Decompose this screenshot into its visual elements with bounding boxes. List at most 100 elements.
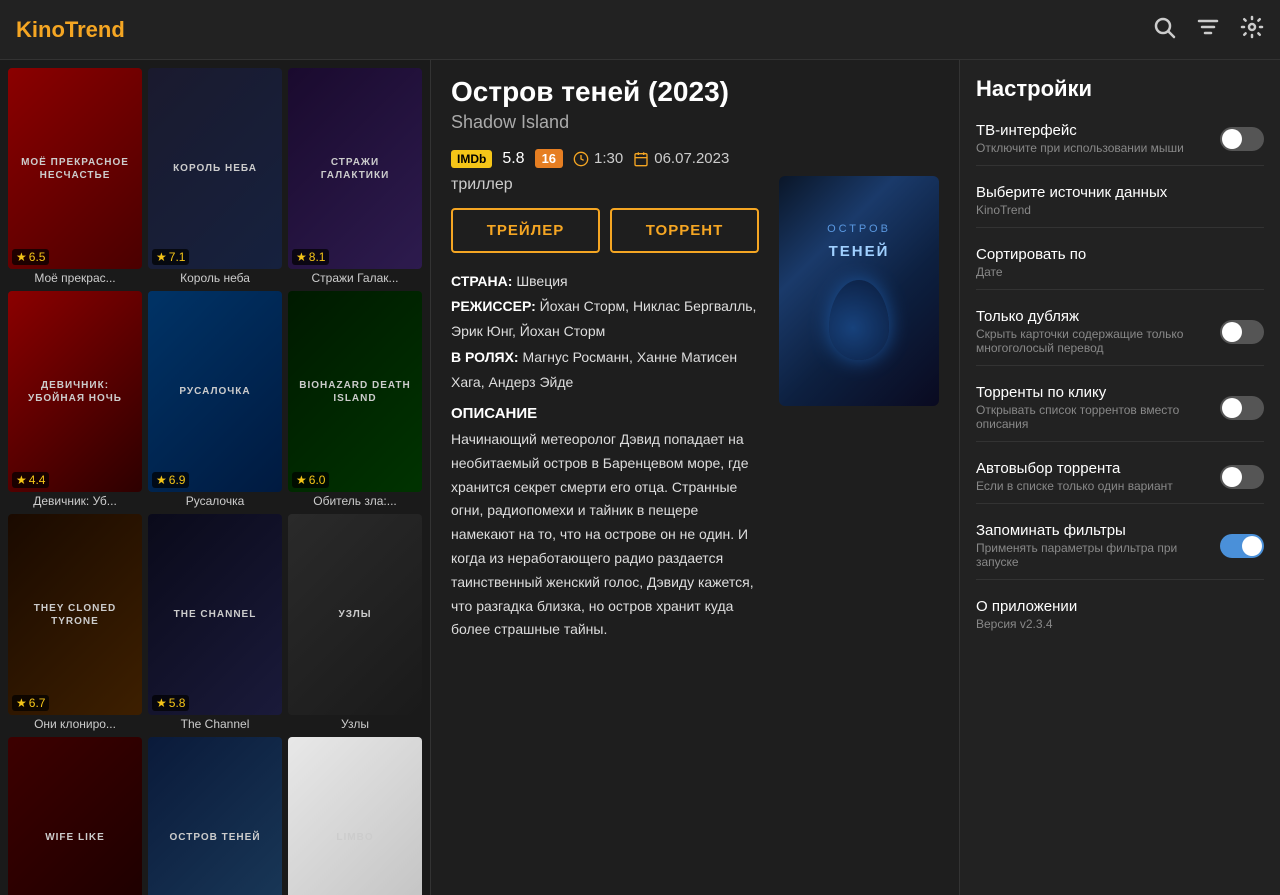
settings-item-left: О приложении Версия v2.3.4 — [976, 598, 1077, 631]
movie-rating: ★5.8 — [152, 695, 189, 711]
settings-divider — [976, 289, 1264, 290]
settings-item-header: Автовыбор торрентаЕсли в списке только о… — [976, 460, 1264, 493]
age-badge: 16 — [535, 149, 563, 168]
settings-icon[interactable] — [1240, 15, 1264, 45]
settings-list: ТВ-интерфейс Отключите при использовании … — [976, 122, 1264, 631]
settings-item-left: Запоминать фильтрыПрименять параметры фи… — [976, 522, 1220, 569]
movie-title-label: The Channel — [148, 717, 282, 731]
movie-sidebar: МОЁ ПРЕКРАСНОЕ НЕСЧАСТЬЕ★6.5 Моё прекрас.… — [0, 60, 430, 895]
imdb-score: 5.8 — [502, 150, 524, 168]
movie-card[interactable]: THEY CLONED TYRONE★6.7 — [8, 514, 142, 715]
detail-poster-image: ОСТРОВ ТЕНЕЙ — [779, 176, 939, 406]
imdb-badge: IMDb — [451, 150, 492, 168]
settings-item-header: ТВ-интерфейс Отключите при использовании … — [976, 122, 1264, 155]
movie-card[interactable]: РУСАЛОЧКА★6.9 — [148, 291, 282, 492]
movie-item: КОРОЛЬ НЕБА★7.1Король неба — [148, 68, 282, 285]
settings-item-header: Торренты по клику Открывать список торрен… — [976, 384, 1264, 431]
settings-item-left: Торренты по клику Открывать список торрен… — [976, 384, 1220, 431]
movie-item: ОСТРОВ ТЕНЕЙ★5.8Остров теней — [148, 737, 282, 895]
settings-item-title: О приложении — [976, 598, 1077, 615]
movie-item: BIOHAZARD DEATH ISLAND★6.0 Обитель зла:..… — [288, 291, 422, 508]
settings-item-left: Только дубляжСкрыть карточки содержащие … — [976, 308, 1220, 355]
settings-item-dub_only: Только дубляжСкрыть карточки содержащие … — [976, 308, 1264, 366]
settings-item-tv_interface: ТВ-интерфейс Отключите при использовании … — [976, 122, 1264, 166]
settings-item-subtitle: Версия v2.3.4 — [976, 617, 1077, 631]
toggle-remember_filters[interactable] — [1220, 534, 1264, 558]
torrent-button[interactable]: ТОРРЕНТ — [610, 208, 759, 253]
movie-card[interactable]: THE CHANNEL★5.8 — [148, 514, 282, 715]
detail-description: Начинающий метеоролог Дэвид попадает на … — [451, 428, 759, 642]
detail-header: Остров теней (2023) Shadow Island — [431, 60, 959, 141]
movie-card[interactable]: ОСТРОВ ТЕНЕЙ★5.8 — [148, 737, 282, 895]
detail-title-ru: Остров теней (2023) — [451, 76, 939, 108]
detail-desc-title: ОПИСАНИЕ — [451, 405, 759, 422]
movie-card[interactable]: LIMBO★6.2 — [288, 737, 422, 895]
movie-item: LIMBO★6.2Limbo — [288, 737, 422, 895]
meta-date: 06.07.2023 — [633, 150, 729, 167]
search-icon[interactable] — [1152, 15, 1176, 45]
movie-card[interactable]: ДЕВИЧНИК: УБОЙНАЯ НОЧЬ★4.4 — [8, 291, 142, 492]
filter-icon[interactable] — [1196, 15, 1220, 45]
settings-item-header: О приложении Версия v2.3.4 — [976, 598, 1264, 631]
movie-title-label: Русалочка — [148, 494, 282, 508]
movie-item: THEY CLONED TYRONE★6.7Они клониро... — [8, 514, 142, 731]
settings-item-remember_filters: Запоминать фильтрыПрименять параметры фи… — [976, 522, 1264, 580]
movie-card[interactable]: СТРАЖИ ГАЛАКТИКИ★8.1 — [288, 68, 422, 269]
settings-item-subtitle: KinoTrend — [976, 203, 1167, 217]
settings-item-subtitle: Отключите при использовании мыши — [976, 141, 1184, 155]
movie-title-label: Стражи Галак... — [288, 271, 422, 285]
movie-item: СТРАЖИ ГАЛАКТИКИ★8.1 Стражи Галак... — [288, 68, 422, 285]
toggle-tv_interface[interactable] — [1220, 127, 1264, 151]
movie-grid: МОЁ ПРЕКРАСНОЕ НЕСЧАСТЬЕ★6.5 Моё прекрас.… — [8, 68, 422, 895]
settings-divider — [976, 579, 1264, 580]
movie-rating: ★6.7 — [12, 695, 49, 711]
settings-item-title: Торренты по клику — [976, 384, 1220, 401]
settings-item-left: Автовыбор торрентаЕсли в списке только о… — [976, 460, 1173, 493]
movie-item: WIFE LIKE★5.1Wife Like — [8, 737, 142, 895]
detail-director: РЕЖИССЕР: Йохан Сторм, Никлас Бергвалль,… — [451, 294, 759, 344]
detail-genre: триллер — [451, 176, 759, 194]
detail-title-en: Shadow Island — [451, 112, 939, 133]
settings-item-title: Только дубляж — [976, 308, 1220, 325]
meta-duration: 1:30 — [573, 150, 623, 167]
movie-item: МОЁ ПРЕКРАСНОЕ НЕСЧАСТЬЕ★6.5 Моё прекрас.… — [8, 68, 142, 285]
movie-rating: ★6.0 — [292, 472, 329, 488]
settings-panel: Настройки ТВ-интерфейсОтключите при испо… — [960, 60, 1280, 895]
toggle-torrent_click[interactable] — [1220, 396, 1264, 420]
settings-divider — [976, 441, 1264, 442]
settings-item-torrent_click: Торренты по клику Открывать список торрен… — [976, 384, 1264, 442]
settings-divider — [976, 365, 1264, 366]
country-value: Швеция — [516, 273, 567, 289]
movie-rating: ★6.9 — [152, 472, 189, 488]
movie-title-label: Девичник: Уб... — [8, 494, 142, 508]
movie-card[interactable]: BIOHAZARD DEATH ISLAND★6.0 — [288, 291, 422, 492]
detail-left: триллер ТРЕЙЛЕР ТОРРЕНТ СТРАНА: Швеция Р… — [451, 176, 759, 642]
movie-card[interactable]: МОЁ ПРЕКРАСНОЕ НЕСЧАСТЬЕ★6.5 — [8, 68, 142, 269]
settings-item-subtitle: Открывать список торрентов вместо описан… — [976, 403, 1220, 431]
toggle-dub_only[interactable] — [1220, 320, 1264, 344]
movie-title-label: Обитель зла:... — [288, 494, 422, 508]
settings-item-title: ТВ-интерфейс — [976, 122, 1184, 139]
movie-card[interactable]: WIFE LIKE★5.1 — [8, 737, 142, 895]
movie-card[interactable]: УЗЛЫ — [288, 514, 422, 715]
movie-rating: ★8.1 — [292, 249, 329, 265]
settings-item-data_source: Выберите источник данныхKinoTrend — [976, 184, 1264, 228]
movie-item: УЗЛЫУзлы — [288, 514, 422, 731]
settings-item-left: Выберите источник данныхKinoTrend — [976, 184, 1167, 217]
movie-item: ДЕВИЧНИК: УБОЙНАЯ НОЧЬ★4.4 Девичник: Уб..… — [8, 291, 142, 508]
movie-item: THE CHANNEL★5.8 The Channel — [148, 514, 282, 731]
app-logo: KinoTrend — [16, 17, 1152, 43]
settings-item-header: Сортировать поДате — [976, 246, 1264, 279]
movie-card[interactable]: КОРОЛЬ НЕБА★7.1 — [148, 68, 282, 269]
settings-item-left: ТВ-интерфейс Отключите при использовании … — [976, 122, 1184, 155]
detail-buttons: ТРЕЙЛЕР ТОРРЕНТ — [451, 208, 759, 253]
toggle-auto_torrent[interactable] — [1220, 465, 1264, 489]
trailer-button[interactable]: ТРЕЙЛЕР — [451, 208, 600, 253]
settings-item-header: Только дубляжСкрыть карточки содержащие … — [976, 308, 1264, 355]
settings-item-header: Запоминать фильтрыПрименять параметры фи… — [976, 522, 1264, 569]
settings-item-subtitle: Дате — [976, 265, 1086, 279]
detail-country: СТРАНА: Швеция — [451, 269, 759, 294]
settings-item-header: Выберите источник данныхKinoTrend — [976, 184, 1264, 217]
settings-divider — [976, 165, 1264, 166]
movie-title-label: Моё прекрас... — [8, 271, 142, 285]
